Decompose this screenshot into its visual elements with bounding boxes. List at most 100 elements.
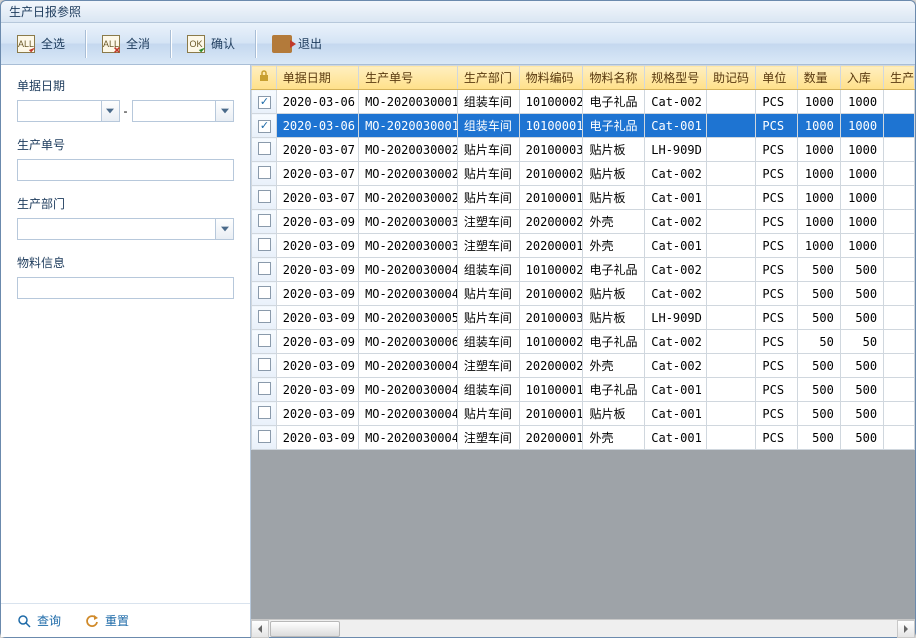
cell-itemno[interactable]: 20200001 [519, 426, 583, 450]
col-itemno[interactable]: 物料编码 [519, 66, 583, 90]
cell-itemno[interactable]: 20100003 [519, 138, 583, 162]
cell-itemname[interactable]: 外壳 [583, 354, 645, 378]
cell-mono[interactable]: MO-2020030004 [359, 378, 458, 402]
cell-dept[interactable]: 贴片车间 [457, 306, 519, 330]
cell-spec[interactable]: Cat-002 [645, 210, 707, 234]
cell-dept[interactable]: 贴片车间 [457, 402, 519, 426]
cell-qty[interactable]: 1000 [797, 234, 840, 258]
cell-mono[interactable]: MO-2020030004 [359, 282, 458, 306]
search-button[interactable]: 查询 [17, 612, 61, 629]
cell-prod[interactable] [884, 234, 915, 258]
cell-itemno[interactable]: 20200002 [519, 354, 583, 378]
table-row[interactable]: 2020-03-09MO-2020030004组装车间10100002电子礼品C… [252, 258, 915, 282]
cell-unit[interactable]: PCS [756, 258, 797, 282]
cell-itemname[interactable]: 外壳 [583, 210, 645, 234]
row-checkbox-cell[interactable] [252, 138, 277, 162]
col-inqty[interactable]: 入库 [840, 66, 883, 90]
date-to-dropdown[interactable] [215, 101, 233, 121]
mo-no-input[interactable] [17, 159, 234, 181]
cell-inqty[interactable]: 1000 [840, 138, 883, 162]
cell-mnemonic[interactable] [707, 354, 756, 378]
cell-itemname[interactable]: 外壳 [583, 426, 645, 450]
cell-dept[interactable]: 贴片车间 [457, 186, 519, 210]
cell-mono[interactable]: MO-2020030004 [359, 258, 458, 282]
cell-unit[interactable]: PCS [756, 426, 797, 450]
table-row[interactable]: 2020-03-09MO-2020030004贴片车间20100001贴片板Ca… [252, 402, 915, 426]
cell-mono[interactable]: MO-2020030001 [359, 90, 458, 114]
row-checkbox[interactable] [258, 382, 271, 395]
cell-mnemonic[interactable] [707, 306, 756, 330]
cell-mnemonic[interactable] [707, 426, 756, 450]
cell-date[interactable]: 2020-03-09 [276, 402, 358, 426]
row-checkbox-cell[interactable] [252, 354, 277, 378]
cell-itemname[interactable]: 贴片板 [583, 186, 645, 210]
exit-button[interactable]: 退出 [262, 31, 332, 57]
cell-inqty[interactable]: 1000 [840, 186, 883, 210]
row-checkbox[interactable] [258, 358, 271, 371]
cell-date[interactable]: 2020-03-06 [276, 114, 358, 138]
titlebar[interactable]: 生产日报参照 [1, 1, 915, 23]
table-row[interactable]: 2020-03-09MO-2020030005贴片车间20100003贴片板LH… [252, 306, 915, 330]
cell-prod[interactable] [884, 186, 915, 210]
cell-dept[interactable]: 组装车间 [457, 330, 519, 354]
cell-mnemonic[interactable] [707, 186, 756, 210]
cell-inqty[interactable]: 1000 [840, 234, 883, 258]
table-row[interactable]: 2020-03-09MO-2020030003注塑车间20200001外壳Cat… [252, 234, 915, 258]
cell-mnemonic[interactable] [707, 114, 756, 138]
cell-mono[interactable]: MO-2020030004 [359, 354, 458, 378]
cell-dept[interactable]: 注塑车间 [457, 426, 519, 450]
cell-date[interactable]: 2020-03-09 [276, 426, 358, 450]
select-all-button[interactable]: ALL 全选 [7, 31, 75, 57]
cell-itemname[interactable]: 电子礼品 [583, 330, 645, 354]
cell-itemno[interactable]: 20100001 [519, 186, 583, 210]
cell-inqty[interactable]: 500 [840, 258, 883, 282]
table-row[interactable]: 2020-03-09MO-2020030003注塑车间20200002外壳Cat… [252, 210, 915, 234]
cell-prod[interactable] [884, 162, 915, 186]
cell-mono[interactable]: MO-2020030003 [359, 234, 458, 258]
scroll-thumb[interactable] [270, 621, 340, 637]
row-checkbox-cell[interactable] [252, 162, 277, 186]
row-checkbox-cell[interactable] [252, 234, 277, 258]
col-prod[interactable]: 生产 [884, 66, 915, 90]
cell-dept[interactable]: 贴片车间 [457, 282, 519, 306]
cell-qty[interactable]: 500 [797, 258, 840, 282]
confirm-button[interactable]: OK 确认 [177, 31, 245, 57]
cell-itemname[interactable]: 电子礼品 [583, 114, 645, 138]
cell-itemno[interactable]: 10100002 [519, 258, 583, 282]
row-checkbox[interactable] [258, 142, 271, 155]
cell-prod[interactable] [884, 210, 915, 234]
cell-mono[interactable]: MO-2020030002 [359, 186, 458, 210]
scroll-track[interactable] [269, 620, 897, 638]
cell-unit[interactable]: PCS [756, 186, 797, 210]
cell-mnemonic[interactable] [707, 90, 756, 114]
cell-spec[interactable]: Cat-002 [645, 258, 707, 282]
table-row[interactable]: 2020-03-09MO-2020030004组装车间10100001电子礼品C… [252, 378, 915, 402]
cell-unit[interactable]: PCS [756, 162, 797, 186]
cell-itemname[interactable]: 贴片板 [583, 306, 645, 330]
cell-spec[interactable]: LH-909D [645, 306, 707, 330]
col-date[interactable]: 单据日期 [276, 66, 358, 90]
row-checkbox[interactable] [258, 286, 271, 299]
cell-prod[interactable] [884, 258, 915, 282]
cell-unit[interactable]: PCS [756, 210, 797, 234]
cell-qty[interactable]: 500 [797, 426, 840, 450]
row-checkbox-cell[interactable] [252, 402, 277, 426]
row-checkbox[interactable] [258, 310, 271, 323]
table-row[interactable]: 2020-03-09MO-2020030006组装车间10100002电子礼品C… [252, 330, 915, 354]
date-from-dropdown[interactable] [101, 101, 119, 121]
row-checkbox[interactable] [258, 334, 271, 347]
cell-prod[interactable] [884, 330, 915, 354]
cell-itemno[interactable]: 20100001 [519, 402, 583, 426]
cell-mnemonic[interactable] [707, 138, 756, 162]
cell-dept[interactable]: 组装车间 [457, 258, 519, 282]
cell-date[interactable]: 2020-03-09 [276, 306, 358, 330]
cell-itemno[interactable]: 10100002 [519, 90, 583, 114]
cell-date[interactable]: 2020-03-09 [276, 378, 358, 402]
cell-itemname[interactable]: 贴片板 [583, 282, 645, 306]
cell-inqty[interactable]: 500 [840, 354, 883, 378]
cell-unit[interactable]: PCS [756, 234, 797, 258]
dept-dropdown[interactable] [215, 219, 233, 239]
cell-itemno[interactable]: 20100002 [519, 162, 583, 186]
cell-dept[interactable]: 组装车间 [457, 114, 519, 138]
cell-dept[interactable]: 组装车间 [457, 378, 519, 402]
